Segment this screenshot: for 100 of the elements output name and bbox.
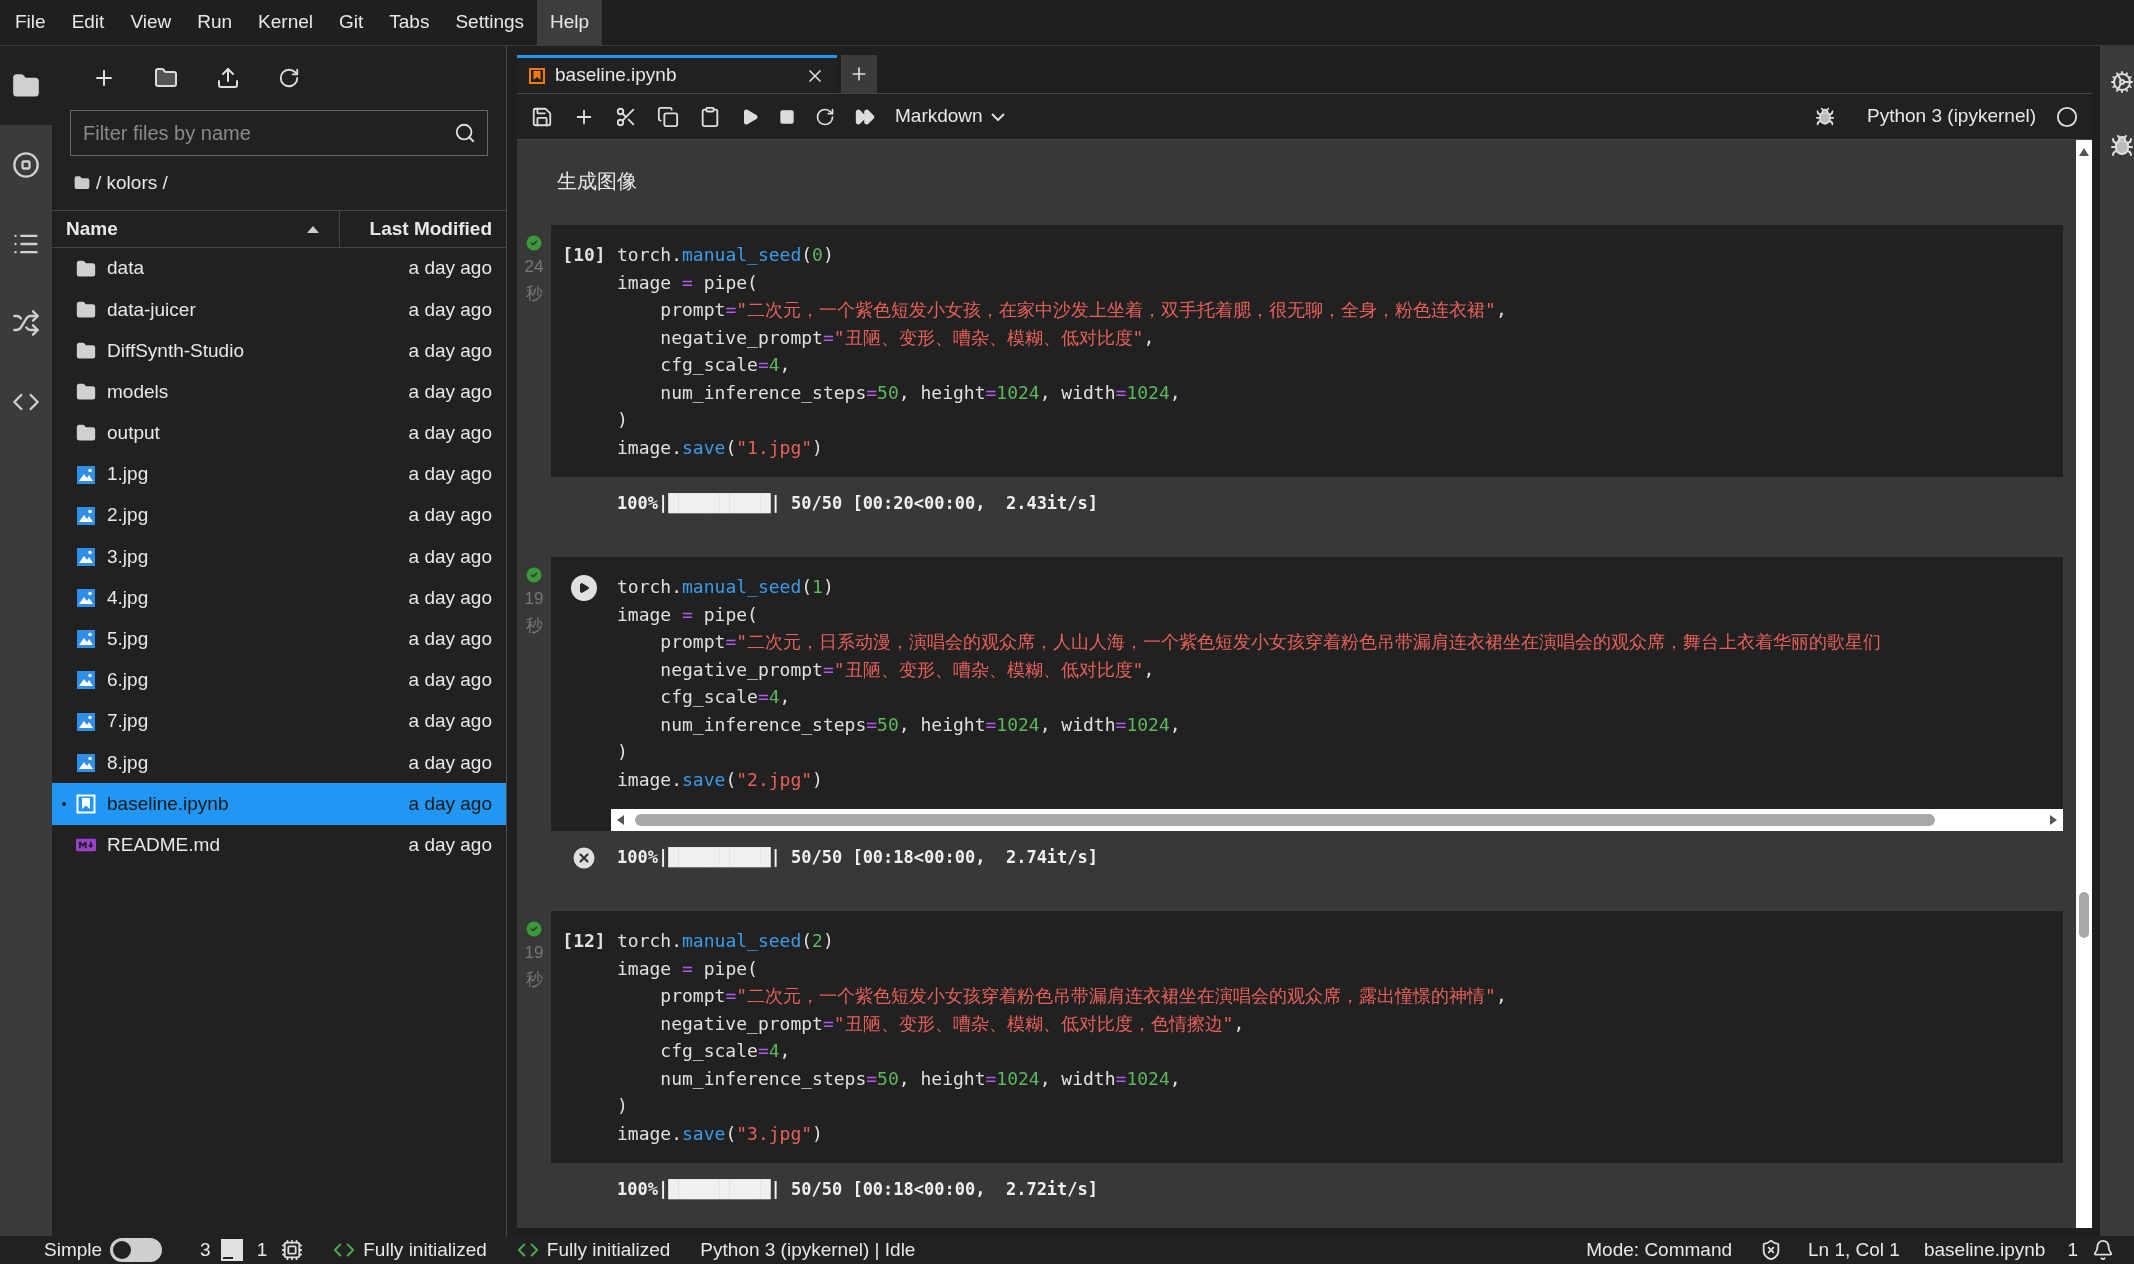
refresh-icon[interactable] — [278, 67, 300, 89]
kernel-idle-icon — [2056, 105, 2078, 128]
code-line: image.save("1.jpg") — [617, 435, 823, 460]
notebook-icon — [529, 67, 545, 84]
save-icon[interactable] — [531, 105, 553, 128]
scroll-right-icon[interactable] — [2049, 815, 2057, 825]
kernel-count[interactable]: 1 — [256, 1235, 268, 1264]
tab-title: baseline.ipynb — [555, 63, 678, 88]
notebook-icon — [76, 794, 96, 815]
run-icon[interactable] — [741, 107, 759, 126]
chevron-down-icon — [990, 112, 1005, 121]
terminal-count[interactable]: 3 — [200, 1235, 211, 1264]
scrollbar-thumb[interactable] — [635, 814, 1935, 826]
filter-field[interactable]: Filter files by name — [70, 110, 488, 156]
simple-mode-switch[interactable] — [110, 1238, 163, 1262]
file-name: DiffSynth-Studio — [107, 338, 245, 363]
code-line: negative_prompt="丑陋、变形、嘈杂、模糊、低对比度", — [659, 325, 1155, 350]
bug-icon[interactable] — [1815, 106, 1836, 127]
vertical-scrollbar[interactable] — [2076, 140, 2092, 1228]
kernel-status[interactable]: Python 3 (ipykernel) | Idle — [700, 1235, 916, 1264]
notification-count[interactable]: 1 — [2067, 1235, 2078, 1264]
clear-output-icon[interactable] — [570, 844, 598, 872]
kernel-name[interactable]: Python 3 (ipykernel) — [1867, 102, 2036, 131]
upload-icon[interactable] — [216, 66, 240, 90]
new-tab-button[interactable] — [841, 55, 877, 93]
code-line: ) — [617, 740, 628, 764]
file-row[interactable]: 8.jpg a day ago — [52, 742, 506, 784]
menu-item[interactable]: Tabs — [376, 0, 443, 45]
file-row[interactable]: data-juicer a day ago — [52, 289, 506, 331]
file-row[interactable]: 7.jpg a day ago — [52, 701, 506, 743]
search-icon — [454, 122, 476, 144]
menu-item[interactable]: Settings — [442, 0, 538, 45]
modified-time: a day ago — [408, 297, 492, 322]
scrollbar-thumb[interactable] — [2079, 892, 2089, 938]
menu-item[interactable]: File — [2, 0, 59, 45]
file-name: 7.jpg — [107, 709, 150, 734]
run-all-icon[interactable] — [855, 106, 875, 127]
horizontal-scrollbar[interactable] — [611, 809, 2063, 831]
editor-mode: Mode: Command — [1586, 1237, 1733, 1262]
lsp-status[interactable]: Fully initialized — [363, 1235, 487, 1264]
file-row[interactable]: data a day ago — [52, 248, 506, 290]
file-row[interactable]: 4.jpg a day ago — [52, 577, 506, 619]
file-row[interactable]: 5.jpg a day ago — [52, 618, 506, 660]
bell-icon[interactable] — [2092, 1239, 2114, 1261]
file-row[interactable]: DiffSynth-Studio a day ago — [52, 330, 506, 372]
copy-icon[interactable] — [657, 105, 679, 128]
simple-mode-label: Simple — [44, 1237, 103, 1262]
file-name: README.md — [107, 832, 221, 857]
paste-icon[interactable] — [699, 105, 721, 128]
shuffle-icon[interactable] — [12, 308, 40, 337]
execution-count: [10] — [562, 243, 606, 267]
menu-item[interactable]: Run — [184, 0, 246, 45]
new-folder-icon[interactable] — [154, 66, 178, 90]
gear-icon[interactable] — [2110, 70, 2134, 94]
breadcrumb-path[interactable]: / kolors / — [96, 168, 168, 198]
code-line: negative_prompt="丑陋、变形、嘈杂、模糊、低对比度", — [659, 657, 1155, 682]
lsp-status[interactable]: Fully initialized — [546, 1235, 671, 1264]
file-row[interactable]: 2.jpg a day ago — [52, 495, 506, 537]
file-row[interactable]: README.md a day ago — [52, 824, 506, 866]
column-header[interactable]: Last Modified — [369, 214, 492, 244]
restart-icon[interactable] — [815, 106, 835, 127]
column-header[interactable]: Name — [66, 214, 118, 244]
code-line: cfg_scale=4, — [659, 685, 791, 709]
code-line: torch.manual_seed(1) — [617, 575, 834, 599]
scroll-left-icon[interactable] — [617, 815, 625, 825]
modified-time: a day ago — [408, 544, 492, 569]
menu-item[interactable]: Git — [326, 0, 377, 45]
progress-output: 100%|██████████| 50/50 [00:20<00:00, 2.43it/s] — [617, 492, 1099, 516]
stop-circle-icon[interactable] — [12, 150, 40, 179]
menu-item[interactable]: Kernel — [245, 0, 326, 45]
file-row[interactable]: 6.jpg a day ago — [52, 659, 506, 702]
code-line: image = pipe( — [617, 270, 758, 295]
stop-icon[interactable] — [779, 108, 795, 125]
code-line: torch.manual_seed(0) — [617, 243, 834, 267]
file-row[interactable]: 3.jpg a day ago — [52, 536, 506, 578]
image-icon — [76, 464, 96, 485]
cell-type-dropdown[interactable]: Markdown — [895, 102, 1005, 131]
file-row[interactable]: output a day ago — [52, 412, 506, 454]
file-name: data-juicer — [107, 297, 197, 322]
cut-icon[interactable] — [615, 105, 637, 128]
menu-item[interactable]: View — [117, 0, 185, 45]
modified-time: a day ago — [408, 379, 492, 404]
run-cell-button[interactable] — [571, 575, 597, 601]
file-name: output — [107, 421, 161, 446]
code-line: prompt="二次元，一个紫色短发小女孩，在家中沙发上坐着，双手托着腮，很无聊，全身，粉色连衣裙", — [659, 298, 1507, 322]
folder-icon[interactable] — [12, 71, 40, 100]
code-cell[interactable] — [551, 557, 2063, 831]
file-name: 2.jpg — [107, 503, 150, 528]
menu-item[interactable]: Edit — [58, 0, 118, 45]
menu-item[interactable]: Help — [537, 0, 603, 45]
execution-time: 19 — [524, 588, 544, 610]
file-row[interactable]: 1.jpg a day ago — [52, 453, 506, 496]
file-row[interactable]: models a day ago — [52, 371, 506, 413]
file-row[interactable]: baseline.ipynb a day ago — [52, 783, 506, 825]
image-icon — [76, 670, 96, 691]
folder-icon — [76, 423, 96, 444]
scroll-up-icon[interactable] — [2079, 148, 2089, 156]
bug-icon[interactable] — [2110, 134, 2134, 158]
cursor-position[interactable]: Ln 1, Col 1 — [1808, 1235, 1900, 1264]
folder-icon — [76, 340, 96, 361]
